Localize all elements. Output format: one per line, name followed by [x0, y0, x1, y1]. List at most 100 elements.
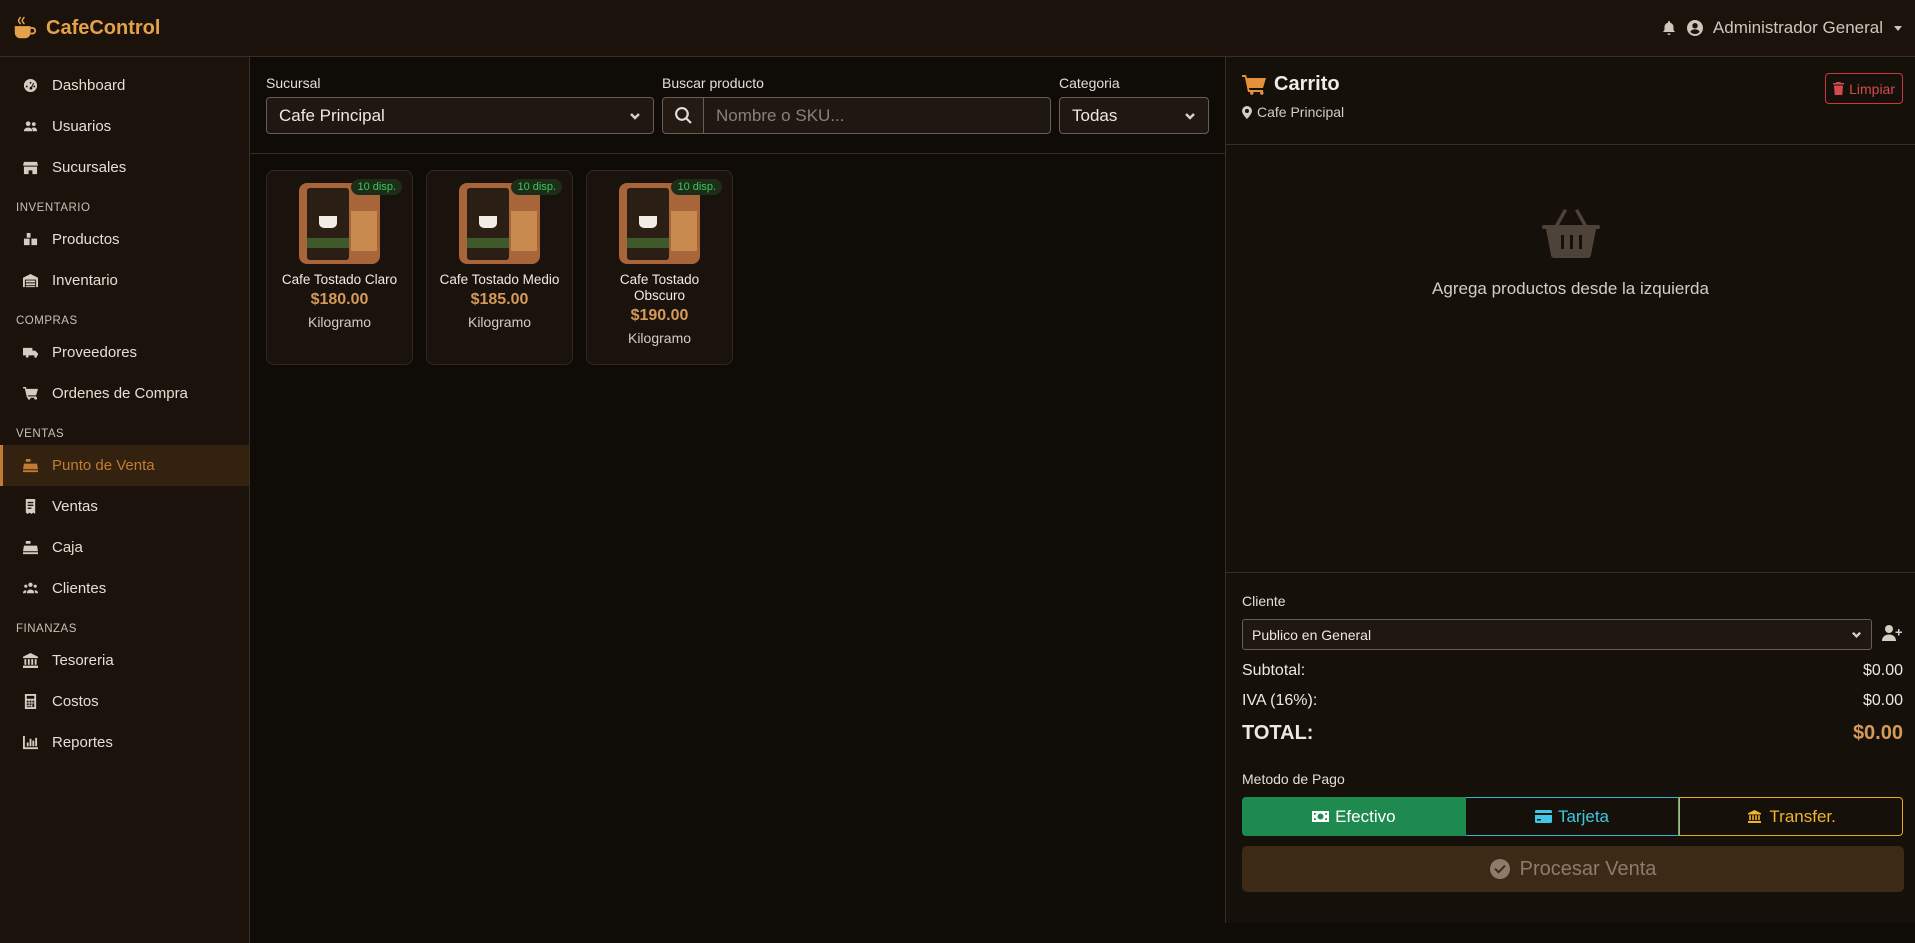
sidebar-item-label: Sucursales [52, 159, 127, 176]
caret-down-icon[interactable] [1893, 23, 1903, 33]
chevron-down-icon [1185, 112, 1195, 120]
receipt-icon [25, 499, 36, 514]
search-field: Buscar producto [662, 75, 1051, 153]
check-circle-icon [1489, 859, 1510, 879]
total-row: TOTAL: $0.00 [1242, 722, 1903, 745]
product-card[interactable]: 10 disp. Cafe Tostado Medio $185.00 Kilo… [426, 170, 573, 365]
user-menu[interactable]: Administrador General [1713, 18, 1883, 38]
sidebar-item-ordenes-de-compra[interactable]: Ordenes de Compra [0, 373, 249, 414]
stock-badge: 10 disp. [351, 179, 402, 195]
cash-box-icon [23, 540, 38, 555]
client-select[interactable]: Publico en General [1242, 619, 1872, 650]
category-select[interactable]: Todas [1059, 97, 1209, 134]
stock-badge: 10 disp. [671, 179, 722, 195]
product-name: Cafe Tostado Claro [281, 272, 398, 287]
sidebar-item-reportes[interactable]: Reportes [0, 722, 249, 763]
credit-card-icon [1534, 810, 1552, 823]
payment-transfer-label: Transfer. [1769, 806, 1836, 826]
total-value: $0.00 [1852, 722, 1903, 744]
sidebar-item-ventas[interactable]: Ventas [0, 486, 249, 527]
section-label-inventario: INVENTARIO [16, 202, 91, 214]
sidebar-item-label: Punto de Venta [52, 457, 155, 474]
payment-cash-button[interactable]: Efectivo [1242, 797, 1466, 836]
product-card[interactable]: 10 disp. Cafe Tostado Claro $180.00 Kilo… [266, 170, 413, 365]
user-plus-icon [1882, 624, 1902, 641]
subtotal-value: $0.00 [1862, 662, 1903, 679]
map-pin-icon [1242, 105, 1252, 119]
boxes-icon [23, 232, 38, 246]
coffee-icon [14, 16, 37, 39]
bell-icon[interactable] [1661, 20, 1677, 36]
people-icon [23, 582, 38, 594]
product-price: $190.00 [630, 307, 689, 324]
sidebar-item-clientes[interactable]: Clientes [0, 568, 249, 609]
branch-label: Sucursal [266, 75, 321, 91]
cart-branch: Cafe Principal [1242, 104, 1899, 120]
process-sale-button[interactable]: Procesar Venta [1242, 846, 1904, 892]
money-bill-icon [1312, 811, 1330, 822]
cart-icon [23, 386, 38, 400]
sidebar-item-sucursales[interactable]: Sucursales [0, 147, 249, 188]
product-area: Sucursal Cafe Principal Buscar producto … [250, 57, 1225, 943]
cart-empty-message: Agrega productos desde la izquierda [1432, 279, 1709, 298]
sidebar-item-dashboard[interactable]: Dashboard [0, 65, 249, 106]
category-label: Categoria [1059, 75, 1120, 91]
sidebar-item-tesoreria[interactable]: Tesoreria [0, 640, 249, 681]
branch-select[interactable]: Cafe Principal [266, 97, 654, 134]
payment-method-label: Metodo de Pago [1242, 771, 1345, 787]
cart-panel: Carrito Cafe Principal Limpiar Agrega pr… [1225, 57, 1915, 923]
sidebar-item-label: Inventario [52, 272, 118, 289]
payment-card-button[interactable]: Tarjeta [1465, 797, 1680, 836]
payment-cash-label: Efectivo [1335, 806, 1396, 826]
payment-transfer-button[interactable]: Transfer. [1679, 797, 1903, 836]
sidebar-item-caja[interactable]: Caja [0, 527, 249, 568]
payment-card-label: Tarjeta [1557, 806, 1609, 826]
search-icon [674, 107, 692, 124]
product-image [619, 183, 700, 264]
sidebar-item-inventario[interactable]: Inventario [0, 260, 249, 301]
sidebar: Dashboard Usuarios Sucursales INVENTARIO… [0, 57, 250, 943]
product-name: Cafe Tostado Obscuro [619, 272, 700, 303]
subtotal-label: Subtotal: [1242, 662, 1306, 679]
sidebar-item-punto-de-venta[interactable]: Punto de Venta [0, 445, 249, 486]
user-area: Administrador General [1661, 18, 1903, 38]
search-input[interactable] [704, 97, 1051, 134]
sidebar-item-productos[interactable]: Productos [0, 219, 249, 260]
sidebar-item-label: Ordenes de Compra [52, 385, 188, 402]
clear-cart-button[interactable]: Limpiar [1825, 73, 1903, 104]
brand[interactable]: CafeControl [12, 15, 160, 41]
branch-field: Sucursal Cafe Principal [266, 75, 654, 153]
bank-icon [23, 653, 38, 668]
sidebar-item-label: Clientes [52, 580, 107, 597]
sidebar-item-costos[interactable]: Costos [0, 681, 249, 722]
process-sale-label: Procesar Venta [1519, 857, 1657, 880]
client-label: Cliente [1242, 593, 1286, 609]
product-grid: 10 disp. Cafe Tostado Claro $180.00 Kilo… [250, 154, 1225, 381]
total-label: TOTAL: [1242, 722, 1314, 744]
product-name: Cafe Tostado Medio [439, 272, 560, 287]
user-circle-icon [1686, 20, 1703, 36]
payment-method-group: Efectivo Tarjeta Transfer. [1242, 797, 1903, 836]
cash-register-icon [23, 458, 38, 473]
top-bar: CafeControl Administrador General [0, 0, 1915, 57]
store-icon [23, 161, 38, 175]
section-label-compras: COMPRAS [16, 315, 78, 327]
cart-icon [1242, 74, 1266, 95]
sidebar-item-label: Proveedores [52, 344, 138, 361]
sidebar-item-proveedores[interactable]: Proveedores [0, 332, 249, 373]
sidebar-item-usuarios[interactable]: Usuarios [0, 106, 249, 147]
sidebar-item-label: Tesoreria [52, 652, 114, 669]
search-addon [662, 97, 704, 134]
cart-title-text: Carrito [1274, 73, 1340, 95]
gauge-icon [23, 78, 38, 93]
basket-icon [1541, 209, 1600, 258]
sidebar-item-label: Productos [52, 231, 120, 248]
client-row: Publico en General [1242, 619, 1903, 650]
search-group [662, 97, 1051, 134]
add-client-button[interactable] [1882, 624, 1902, 646]
sidebar-item-label: Reportes [52, 734, 113, 751]
sidebar-item-label: Ventas [52, 498, 98, 515]
section-label-finanzas: FINANZAS [16, 623, 77, 635]
product-card[interactable]: 10 disp. Cafe Tostado Obscuro $190.00 Ki… [586, 170, 733, 365]
tax-value: $0.00 [1862, 692, 1903, 709]
